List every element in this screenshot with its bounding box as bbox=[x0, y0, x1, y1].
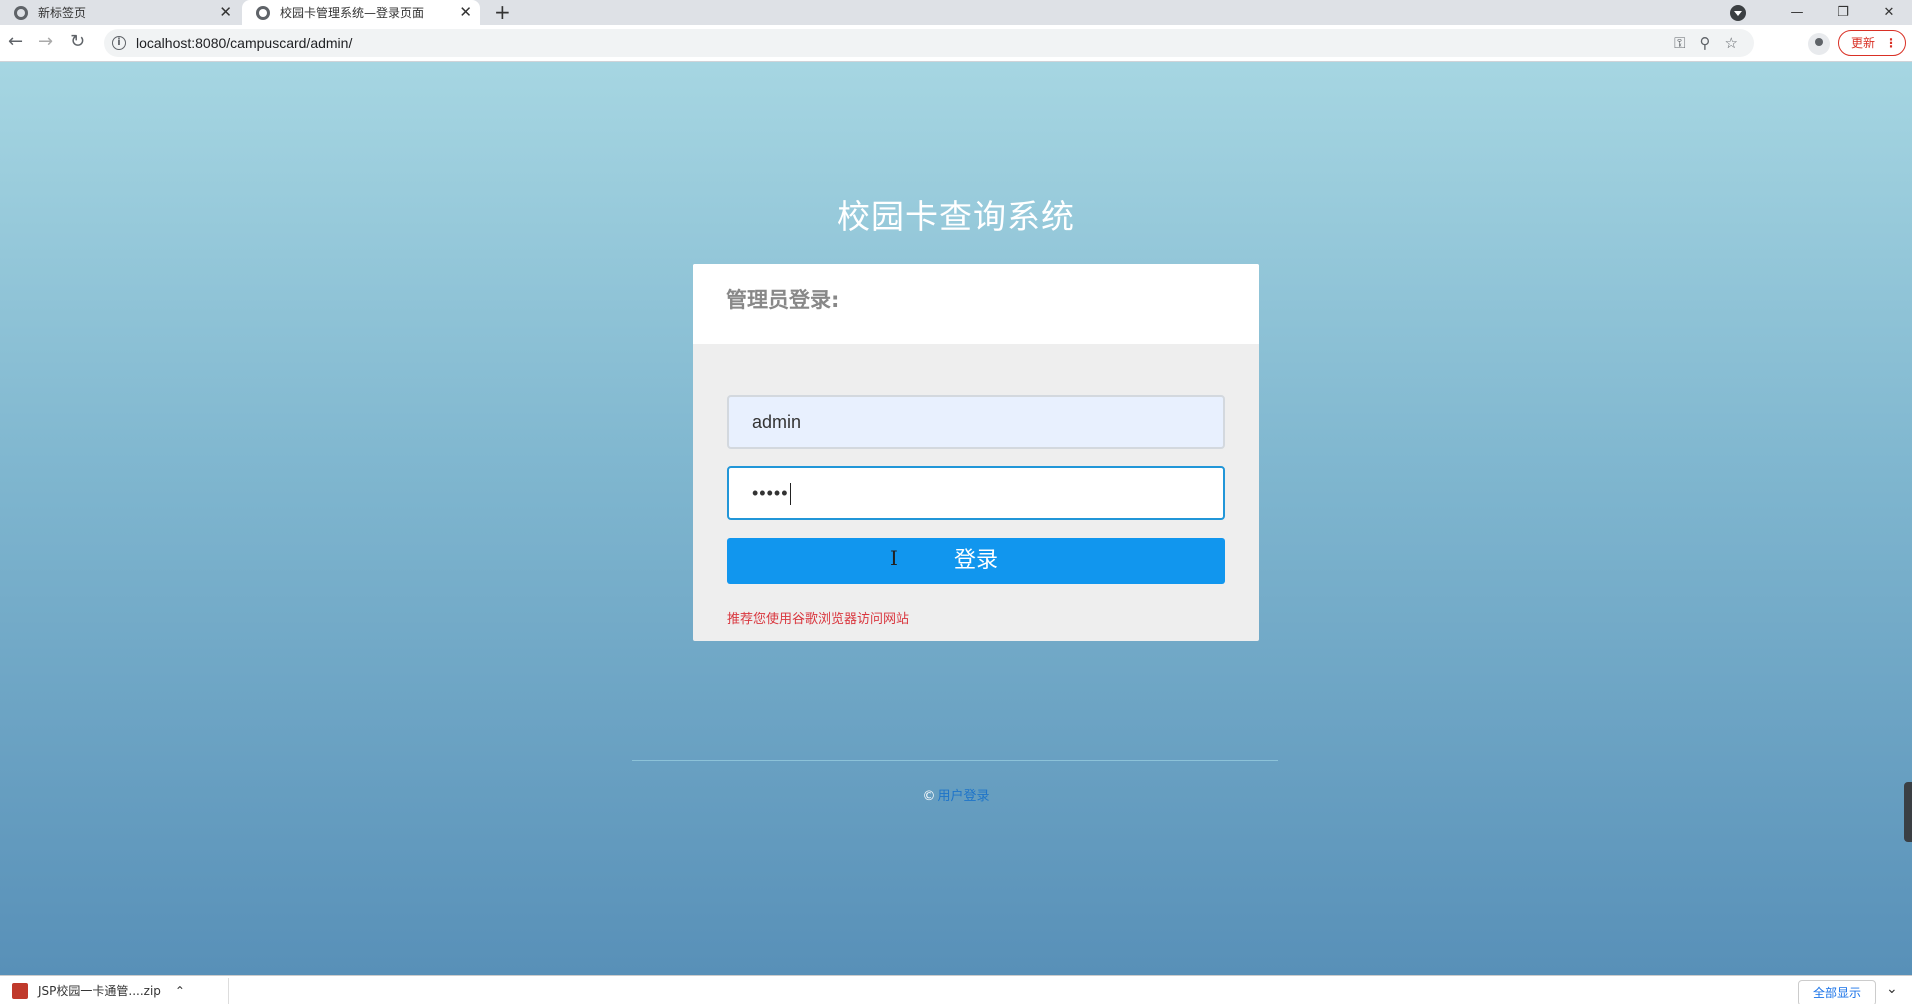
omnibox-icons: ⚿ ⚲ ☆ bbox=[1674, 34, 1738, 52]
chevron-down-icon[interactable]: ⌄ bbox=[1886, 981, 1898, 997]
globe-icon bbox=[256, 5, 270, 20]
window-controls: — ❐ ✕ bbox=[1730, 0, 1912, 25]
download-separator bbox=[228, 978, 229, 1004]
download-item-label: JSP校园一卡通管....zip bbox=[38, 984, 161, 998]
footer-divider bbox=[632, 760, 1278, 761]
password-value: ••••• bbox=[752, 483, 789, 503]
tab-title: 校园卡管理系统—登录页面 bbox=[280, 6, 425, 20]
reload-icon[interactable]: ↻ bbox=[70, 31, 85, 52]
new-tab-plus-icon[interactable]: + bbox=[494, 0, 511, 24]
address-bar[interactable]: i localhost:8080/campuscard/admin/ ⚿ ⚲ ☆ bbox=[104, 29, 1754, 57]
tab-login-page[interactable]: 校园卡管理系统—登录页面 ✕ bbox=[242, 0, 480, 25]
page-viewport: 校园卡查询系统 管理员登录: admin ••••• 登录 推荐您使用谷歌浏览器… bbox=[0, 62, 1912, 975]
tab-strip: 新标签页 ✕ 校园卡管理系统—登录页面 ✕ + — ❐ ✕ bbox=[0, 0, 1912, 25]
download-bar: JSP校园一卡通管....zip ⌃ 全部显示 ⌄ bbox=[0, 975, 1912, 1004]
archive-file-icon bbox=[12, 982, 28, 999]
footer: © 用户登录 bbox=[0, 785, 1912, 804]
chevron-up-icon[interactable]: ⌃ bbox=[175, 984, 185, 998]
panel-heading: 管理员登录: bbox=[726, 288, 840, 312]
key-icon[interactable]: ⚿ bbox=[1674, 34, 1685, 52]
login-button[interactable]: 登录 bbox=[727, 538, 1225, 584]
star-bookmark-icon[interactable]: ☆ bbox=[1725, 34, 1738, 52]
username-input[interactable]: admin bbox=[727, 395, 1225, 449]
password-input[interactable]: ••••• bbox=[727, 466, 1225, 520]
update-label: 更新 bbox=[1851, 36, 1876, 50]
profile-avatar-icon[interactable] bbox=[1808, 33, 1830, 55]
tab-title: 新标签页 bbox=[38, 6, 87, 20]
restore-icon[interactable]: ❐ bbox=[1820, 5, 1866, 20]
login-panel: 管理员登录: admin ••••• 登录 推荐您使用谷歌浏览器访问网站 bbox=[693, 264, 1259, 641]
globe-icon bbox=[14, 5, 28, 20]
side-handle[interactable] bbox=[1904, 782, 1912, 842]
site-info-icon[interactable]: i bbox=[112, 36, 126, 50]
close-window-icon[interactable]: ✕ bbox=[1866, 5, 1912, 20]
tab-search-icon[interactable] bbox=[1730, 4, 1746, 21]
browser-hint-text: 推荐您使用谷歌浏览器访问网站 bbox=[727, 612, 910, 627]
minimize-icon[interactable]: — bbox=[1774, 5, 1820, 20]
close-tab-icon[interactable]: ✕ bbox=[219, 3, 232, 21]
close-tab-icon[interactable]: ✕ bbox=[459, 3, 472, 21]
forward-arrow-icon[interactable]: → bbox=[38, 31, 53, 52]
update-button[interactable]: 更新 ⋮ bbox=[1838, 30, 1906, 56]
copyright-icon: © bbox=[922, 789, 936, 804]
url-text[interactable]: localhost:8080/campuscard/admin/ bbox=[136, 35, 352, 51]
user-login-link[interactable]: 用户登录 bbox=[937, 789, 989, 804]
menu-dots-icon: ⋮ bbox=[1885, 36, 1897, 50]
download-item[interactable]: JSP校园一卡通管....zip ⌃ bbox=[12, 982, 185, 999]
zoom-icon[interactable]: ⚲ bbox=[1700, 34, 1711, 52]
show-all-button[interactable]: 全部显示 bbox=[1798, 980, 1877, 1004]
login-panel-header: 管理员登录: bbox=[693, 264, 1259, 344]
ibeam-cursor-icon: I bbox=[890, 546, 898, 570]
browser-toolbar: ← → ↻ i localhost:8080/campuscard/admin/… bbox=[0, 25, 1912, 62]
text-caret bbox=[789, 483, 791, 506]
back-arrow-icon[interactable]: ← bbox=[8, 31, 23, 52]
page-title: 校园卡查询系统 bbox=[837, 197, 1075, 236]
tab-new-tab[interactable]: 新标签页 ✕ bbox=[0, 0, 240, 25]
username-value: admin bbox=[752, 412, 802, 432]
